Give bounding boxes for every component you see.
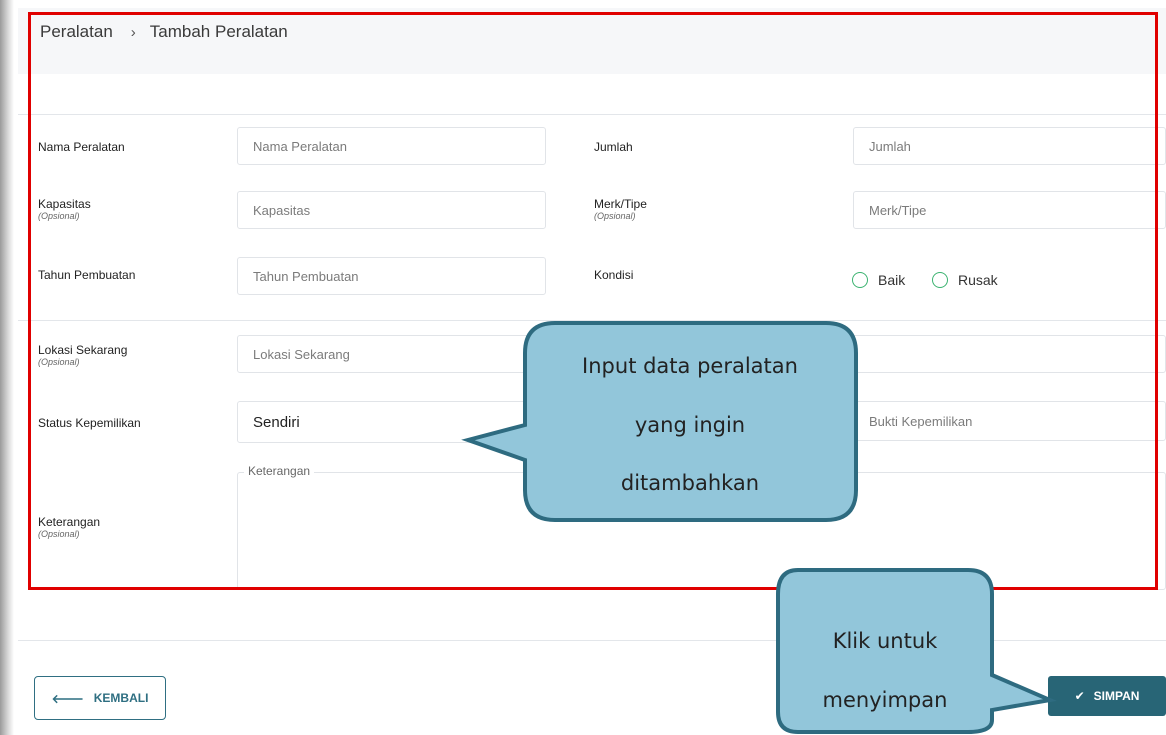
callout-input-line3: ditambahkan	[621, 471, 759, 495]
callout-save-line2: menyimpan	[823, 688, 948, 712]
callout-input-line2: yang ingin	[635, 413, 745, 437]
callout-save-line1: Klik untuk	[833, 629, 938, 653]
callout-layer: Input data peralatan yang ingin ditambah…	[461, 321, 1057, 734]
callout-input-line1: Input data peralatan	[582, 354, 798, 378]
